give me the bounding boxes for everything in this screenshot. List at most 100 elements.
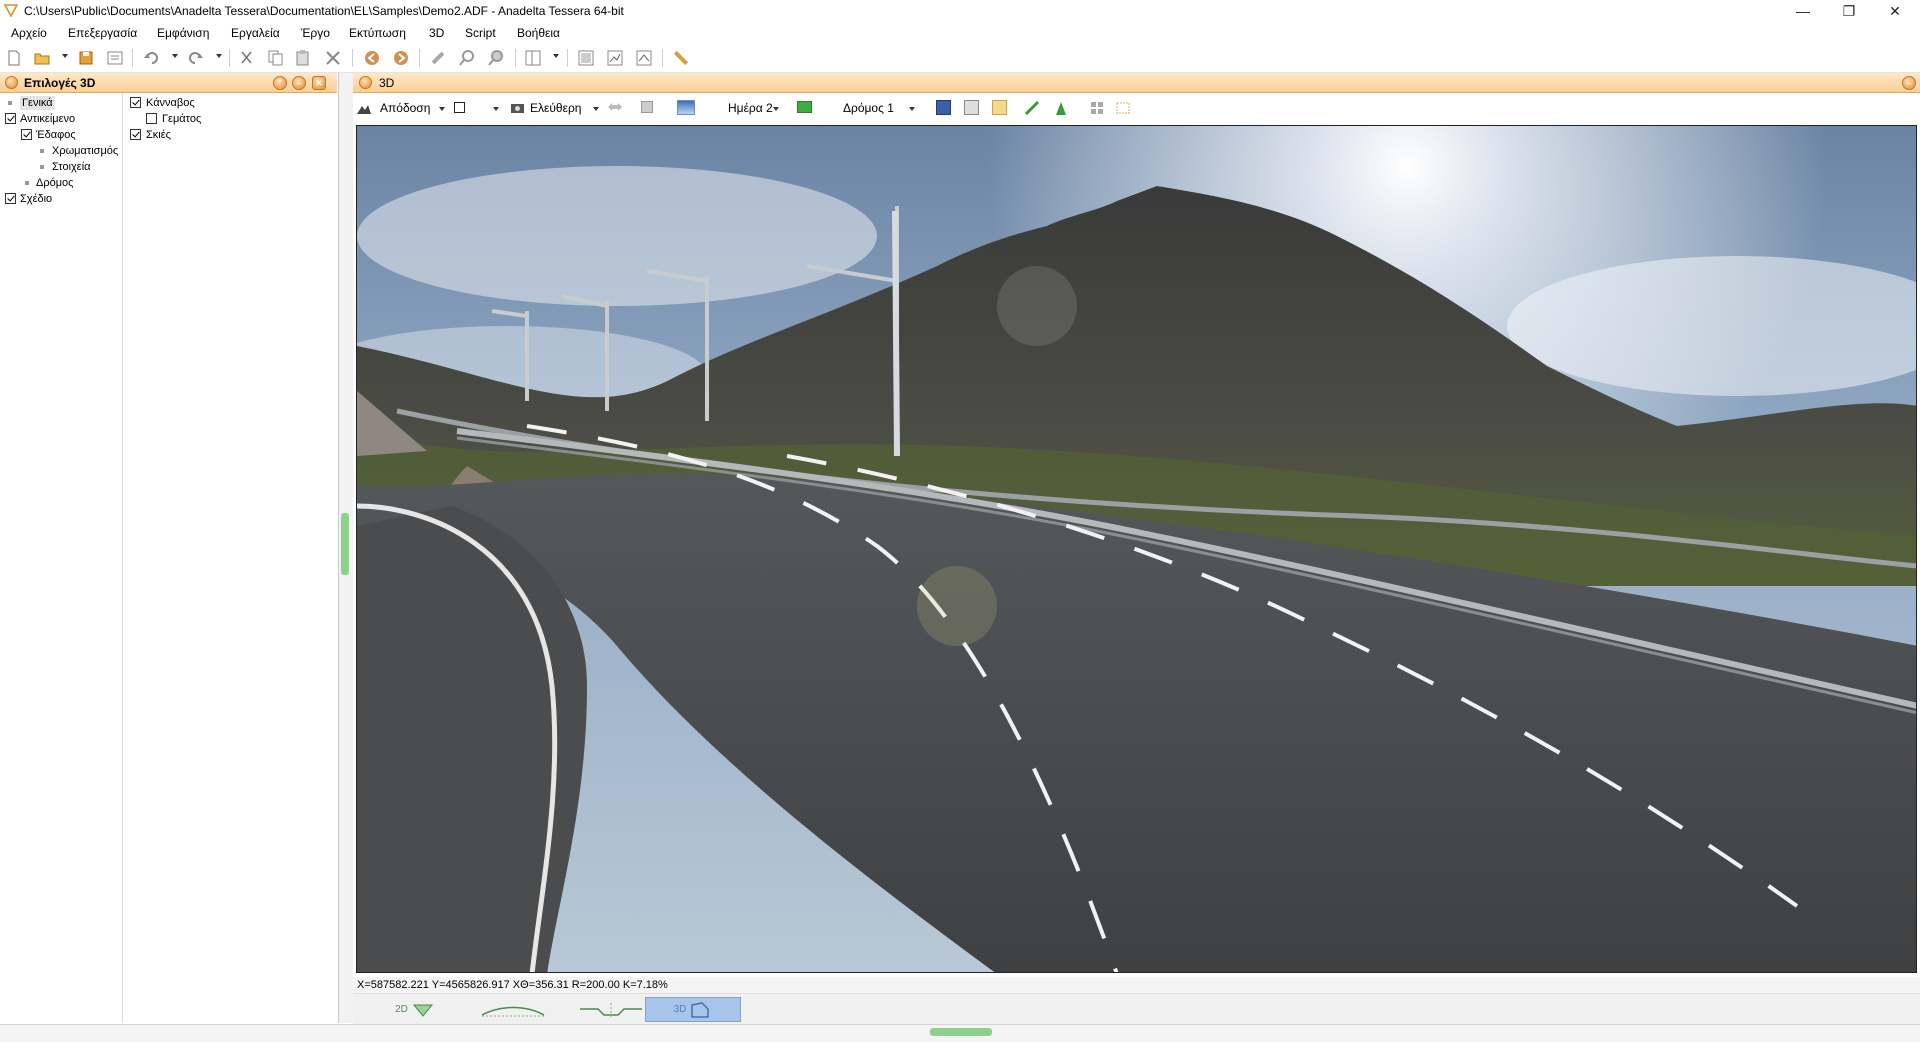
render-mode-label[interactable]: Απόδοση	[380, 98, 430, 118]
layer-icon[interactable]	[797, 101, 812, 113]
main-toolbar	[0, 44, 1920, 73]
sky-icon[interactable]	[677, 100, 695, 115]
option-label: Κάνναβος	[146, 97, 195, 109]
menu-file[interactable]: Αρχείο	[11, 26, 47, 40]
tree-item-coloring[interactable]: Χρωματισμός	[38, 144, 121, 158]
menu-help[interactable]: Βοήθεια	[517, 26, 560, 40]
tab-2d-plan[interactable]: 2D	[367, 997, 463, 1022]
delete-icon[interactable]	[322, 47, 344, 69]
filled-checkbox[interactable]	[146, 113, 157, 124]
undo-icon[interactable]	[141, 47, 163, 69]
bottom-panel-bar	[0, 1024, 1920, 1042]
grid-checkbox[interactable]	[130, 97, 141, 108]
tree-item-drawing[interactable]: Σχέδιο	[4, 192, 121, 206]
tab-longitudinal-profile[interactable]	[465, 997, 561, 1022]
tree-item-ground[interactable]: Έδαφος	[20, 128, 121, 142]
window-title: C:\Users\Public\Documents\Anadelta Tesse…	[24, 4, 624, 18]
panel-menu-icon[interactable]	[359, 76, 372, 89]
menu-view[interactable]: Εμφάνιση	[157, 26, 209, 40]
back-arrow-icon[interactable]	[361, 47, 383, 69]
close-button[interactable]: ✕	[1872, 0, 1918, 22]
chevron-down-icon[interactable]	[216, 54, 222, 58]
print-view-icon[interactable]	[964, 100, 979, 115]
chevron-down-icon[interactable]	[553, 54, 559, 58]
tab-label: 2D	[395, 1004, 408, 1015]
tree-item-object[interactable]: Αντικείμενο	[4, 112, 121, 126]
chevron-down-icon[interactable]	[62, 54, 68, 58]
object-checkbox[interactable]	[5, 113, 16, 124]
layout-icon[interactable]	[522, 47, 544, 69]
tab-3d-view[interactable]: 3D	[645, 997, 741, 1022]
measure-icon[interactable]	[427, 47, 449, 69]
app-logo-icon	[4, 4, 18, 17]
road-selector[interactable]: Δρόμος 1	[843, 98, 894, 118]
splitter-grip[interactable]	[341, 513, 349, 575]
split-icon[interactable]	[1116, 101, 1130, 115]
zoom-icon[interactable]	[456, 47, 478, 69]
option-grid[interactable]: Κάνναβος	[130, 96, 280, 110]
chevron-down-icon[interactable]	[439, 107, 445, 111]
flag-green-icon[interactable]	[1053, 100, 1069, 116]
shadows-checkbox[interactable]	[130, 129, 141, 140]
panel-menu-icon[interactable]	[5, 76, 18, 89]
chevron-down-icon[interactable]	[493, 107, 499, 111]
menu-print[interactable]: Εκτύπωση	[349, 26, 406, 40]
panel-icon[interactable]	[575, 47, 597, 69]
menu-tools[interactable]: Εργαλεία	[231, 26, 280, 40]
wireframe-toggle[interactable]	[454, 102, 465, 113]
pen-green-icon[interactable]	[1024, 100, 1040, 116]
chevron-down-icon[interactable]	[172, 54, 178, 58]
export-view-icon[interactable]	[992, 100, 1007, 115]
minimize-button[interactable]: —	[1780, 0, 1826, 22]
ground-checkbox[interactable]	[21, 129, 32, 140]
day-selector[interactable]: Ημέρα 2	[728, 98, 773, 118]
panel-splitter[interactable]	[339, 73, 353, 1023]
copy-icon[interactable]	[264, 47, 286, 69]
tree-label: Αντικείμενο	[20, 113, 76, 125]
save-view-icon[interactable]	[936, 100, 951, 115]
new-file-icon[interactable]	[3, 47, 25, 69]
close-panel-icon[interactable]: ✕	[312, 76, 326, 90]
toolbar-divider	[515, 49, 516, 67]
pin-icon[interactable]: –	[292, 76, 306, 90]
option-filled[interactable]: Γεμάτος	[146, 112, 276, 126]
chart-icon[interactable]	[604, 47, 626, 69]
menu-project[interactable]: Έργο	[301, 26, 330, 40]
menu-edit[interactable]: Επεξεργασία	[68, 26, 137, 40]
cut-icon[interactable]	[236, 47, 258, 69]
profile-icon[interactable]	[633, 47, 655, 69]
menu-script[interactable]: Script	[465, 26, 496, 40]
paste-icon[interactable]	[292, 47, 314, 69]
toolbar-divider	[132, 49, 133, 67]
swap-arrows-icon[interactable]	[607, 101, 623, 113]
open-folder-icon[interactable]	[31, 47, 53, 69]
bullet-icon	[8, 101, 12, 105]
tree-label: Στοιχεία	[52, 161, 91, 173]
road-scene-illustration	[357, 126, 1916, 972]
save-icon[interactable]	[75, 47, 97, 69]
zoom-extents-icon[interactable]	[485, 47, 507, 69]
camera-mode-label[interactable]: Ελεύθερη	[530, 98, 581, 118]
section-view-icon	[580, 1002, 642, 1017]
tree-item-road[interactable]: Δρόμος	[23, 176, 121, 190]
view-3d-canvas[interactable]	[356, 125, 1917, 973]
tree-label: Έδαφος	[36, 129, 76, 141]
drawing-checkbox[interactable]	[5, 193, 16, 204]
ruler-icon[interactable]	[670, 47, 692, 69]
chevron-down-icon[interactable]	[593, 107, 599, 111]
forward-arrow-icon[interactable]	[390, 47, 412, 69]
pin-icon[interactable]: –	[1902, 76, 1916, 90]
maximize-button[interactable]: ❐	[1826, 0, 1872, 22]
menu-3d[interactable]: 3D	[429, 26, 444, 40]
chevron-down-icon[interactable]	[773, 107, 779, 111]
properties-icon[interactable]	[104, 47, 126, 69]
bottom-panel-grip[interactable]	[930, 1028, 992, 1036]
tree-item-elements[interactable]: Στοιχεία	[38, 160, 121, 174]
tree-item-general[interactable]: Γενικά	[6, 96, 121, 110]
chevron-down-icon[interactable]	[909, 107, 915, 111]
snapshot-icon[interactable]	[641, 101, 653, 113]
option-shadows[interactable]: Σκιές	[130, 128, 280, 142]
collapse-icon[interactable]: ⌃	[273, 76, 287, 90]
grid-select-icon[interactable]	[1090, 101, 1104, 115]
redo-icon[interactable]	[184, 47, 206, 69]
